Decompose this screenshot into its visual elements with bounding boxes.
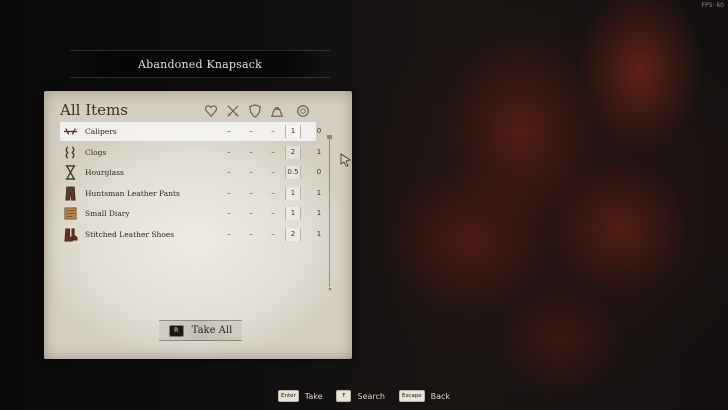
mouse-cursor-icon bbox=[340, 153, 351, 167]
item-stat: – bbox=[271, 209, 275, 217]
take-all-key: R bbox=[168, 324, 184, 337]
item-value: 1 bbox=[316, 147, 322, 156]
item-weight: 2 bbox=[285, 227, 301, 241]
scrollbar-track[interactable] bbox=[329, 137, 330, 287]
coin-icon[interactable] bbox=[296, 103, 312, 119]
hint-back[interactable]: Escape Back bbox=[398, 390, 451, 402]
item-stat: – bbox=[249, 209, 253, 217]
item-row[interactable]: Huntsman Leather Pants – – – 1 1 bbox=[60, 184, 321, 203]
item-name: Stitched Leather Shoes bbox=[85, 229, 175, 239]
panel-title: All Items bbox=[60, 101, 128, 119]
clogs-icon bbox=[62, 144, 78, 160]
item-stat: – bbox=[249, 168, 253, 176]
fps-counter: FPS: 60 bbox=[701, 2, 724, 9]
hint-search[interactable]: F Search bbox=[336, 390, 385, 402]
hint-label: Take bbox=[304, 391, 323, 401]
scroll-down-icon[interactable]: ▾ bbox=[327, 287, 333, 293]
shield-icon[interactable] bbox=[248, 103, 264, 119]
hint-label: Search bbox=[357, 391, 385, 401]
item-stat: – bbox=[271, 168, 275, 176]
hint-label: Back bbox=[430, 391, 451, 401]
item-name: Huntsman Leather Pants bbox=[85, 188, 180, 198]
item-stat: – bbox=[271, 188, 275, 197]
item-row[interactable]: Calipers – – – 1 0 bbox=[60, 122, 321, 141]
item-stat: – bbox=[227, 147, 231, 156]
weight-icon[interactable] bbox=[270, 103, 286, 119]
hourglass-icon bbox=[62, 165, 78, 181]
shoes-icon bbox=[62, 226, 78, 242]
item-stat: – bbox=[271, 229, 275, 238]
item-name: Small Diary bbox=[85, 209, 130, 218]
hint-key: F bbox=[336, 390, 352, 402]
column-headers bbox=[204, 103, 332, 119]
item-row[interactable]: Hourglass – – – 0.5 0 bbox=[60, 163, 321, 182]
item-row[interactable]: Stitched Leather Shoes – – – 2 1 bbox=[60, 225, 321, 244]
loot-panel: All Items Calipers – – – 1 0 Clogs – – –… bbox=[44, 91, 352, 359]
item-stat: – bbox=[227, 188, 231, 197]
item-name: Calipers bbox=[85, 127, 117, 136]
take-all-label: Take All bbox=[191, 325, 233, 336]
item-name: Hourglass bbox=[85, 168, 124, 177]
pants-icon bbox=[62, 185, 78, 201]
item-value: 1 bbox=[316, 229, 322, 238]
item-stat: – bbox=[271, 147, 275, 156]
item-name: Clogs bbox=[85, 147, 107, 157]
item-value: 1 bbox=[316, 188, 322, 197]
swords-icon[interactable] bbox=[226, 103, 242, 119]
hint-take[interactable]: Enter Take bbox=[277, 390, 323, 402]
item-list: Calipers – – – 1 0 Clogs – – – 2 1 Hourg… bbox=[60, 122, 321, 245]
item-weight: 1 bbox=[285, 125, 301, 138]
item-row[interactable]: Clogs – – – 2 1 bbox=[60, 143, 321, 162]
container-title-bar: Abandoned Knapsack bbox=[70, 50, 330, 78]
item-value: 1 bbox=[316, 209, 322, 217]
item-weight: 0.5 bbox=[285, 166, 301, 179]
calipers-icon bbox=[62, 124, 78, 140]
item-weight: 1 bbox=[285, 207, 301, 220]
item-stat: – bbox=[249, 147, 253, 156]
item-stat: – bbox=[227, 209, 231, 217]
hint-key: Enter bbox=[277, 390, 299, 402]
item-stat: – bbox=[227, 229, 231, 238]
item-value: 0 bbox=[316, 127, 322, 135]
item-weight: 1 bbox=[285, 186, 301, 200]
container-title: Abandoned Knapsack bbox=[138, 57, 262, 71]
item-stat: – bbox=[249, 229, 253, 238]
control-hints: Enter Take F Search Escape Back bbox=[0, 388, 728, 404]
item-row[interactable]: Small Diary – – – 1 1 bbox=[60, 204, 321, 223]
item-list-scrollbar[interactable]: ▾ bbox=[327, 131, 333, 293]
take-all-button[interactable]: R Take All bbox=[159, 320, 242, 341]
item-stat: – bbox=[249, 188, 253, 197]
item-stat: – bbox=[249, 127, 253, 135]
heart-icon[interactable] bbox=[204, 103, 220, 119]
diary-icon bbox=[62, 206, 78, 222]
item-stat: – bbox=[227, 127, 231, 135]
item-stat: – bbox=[271, 127, 275, 135]
item-weight: 2 bbox=[285, 145, 301, 159]
item-value: 0 bbox=[316, 168, 322, 176]
item-stat: – bbox=[227, 168, 231, 176]
hint-key: Escape bbox=[398, 390, 425, 402]
